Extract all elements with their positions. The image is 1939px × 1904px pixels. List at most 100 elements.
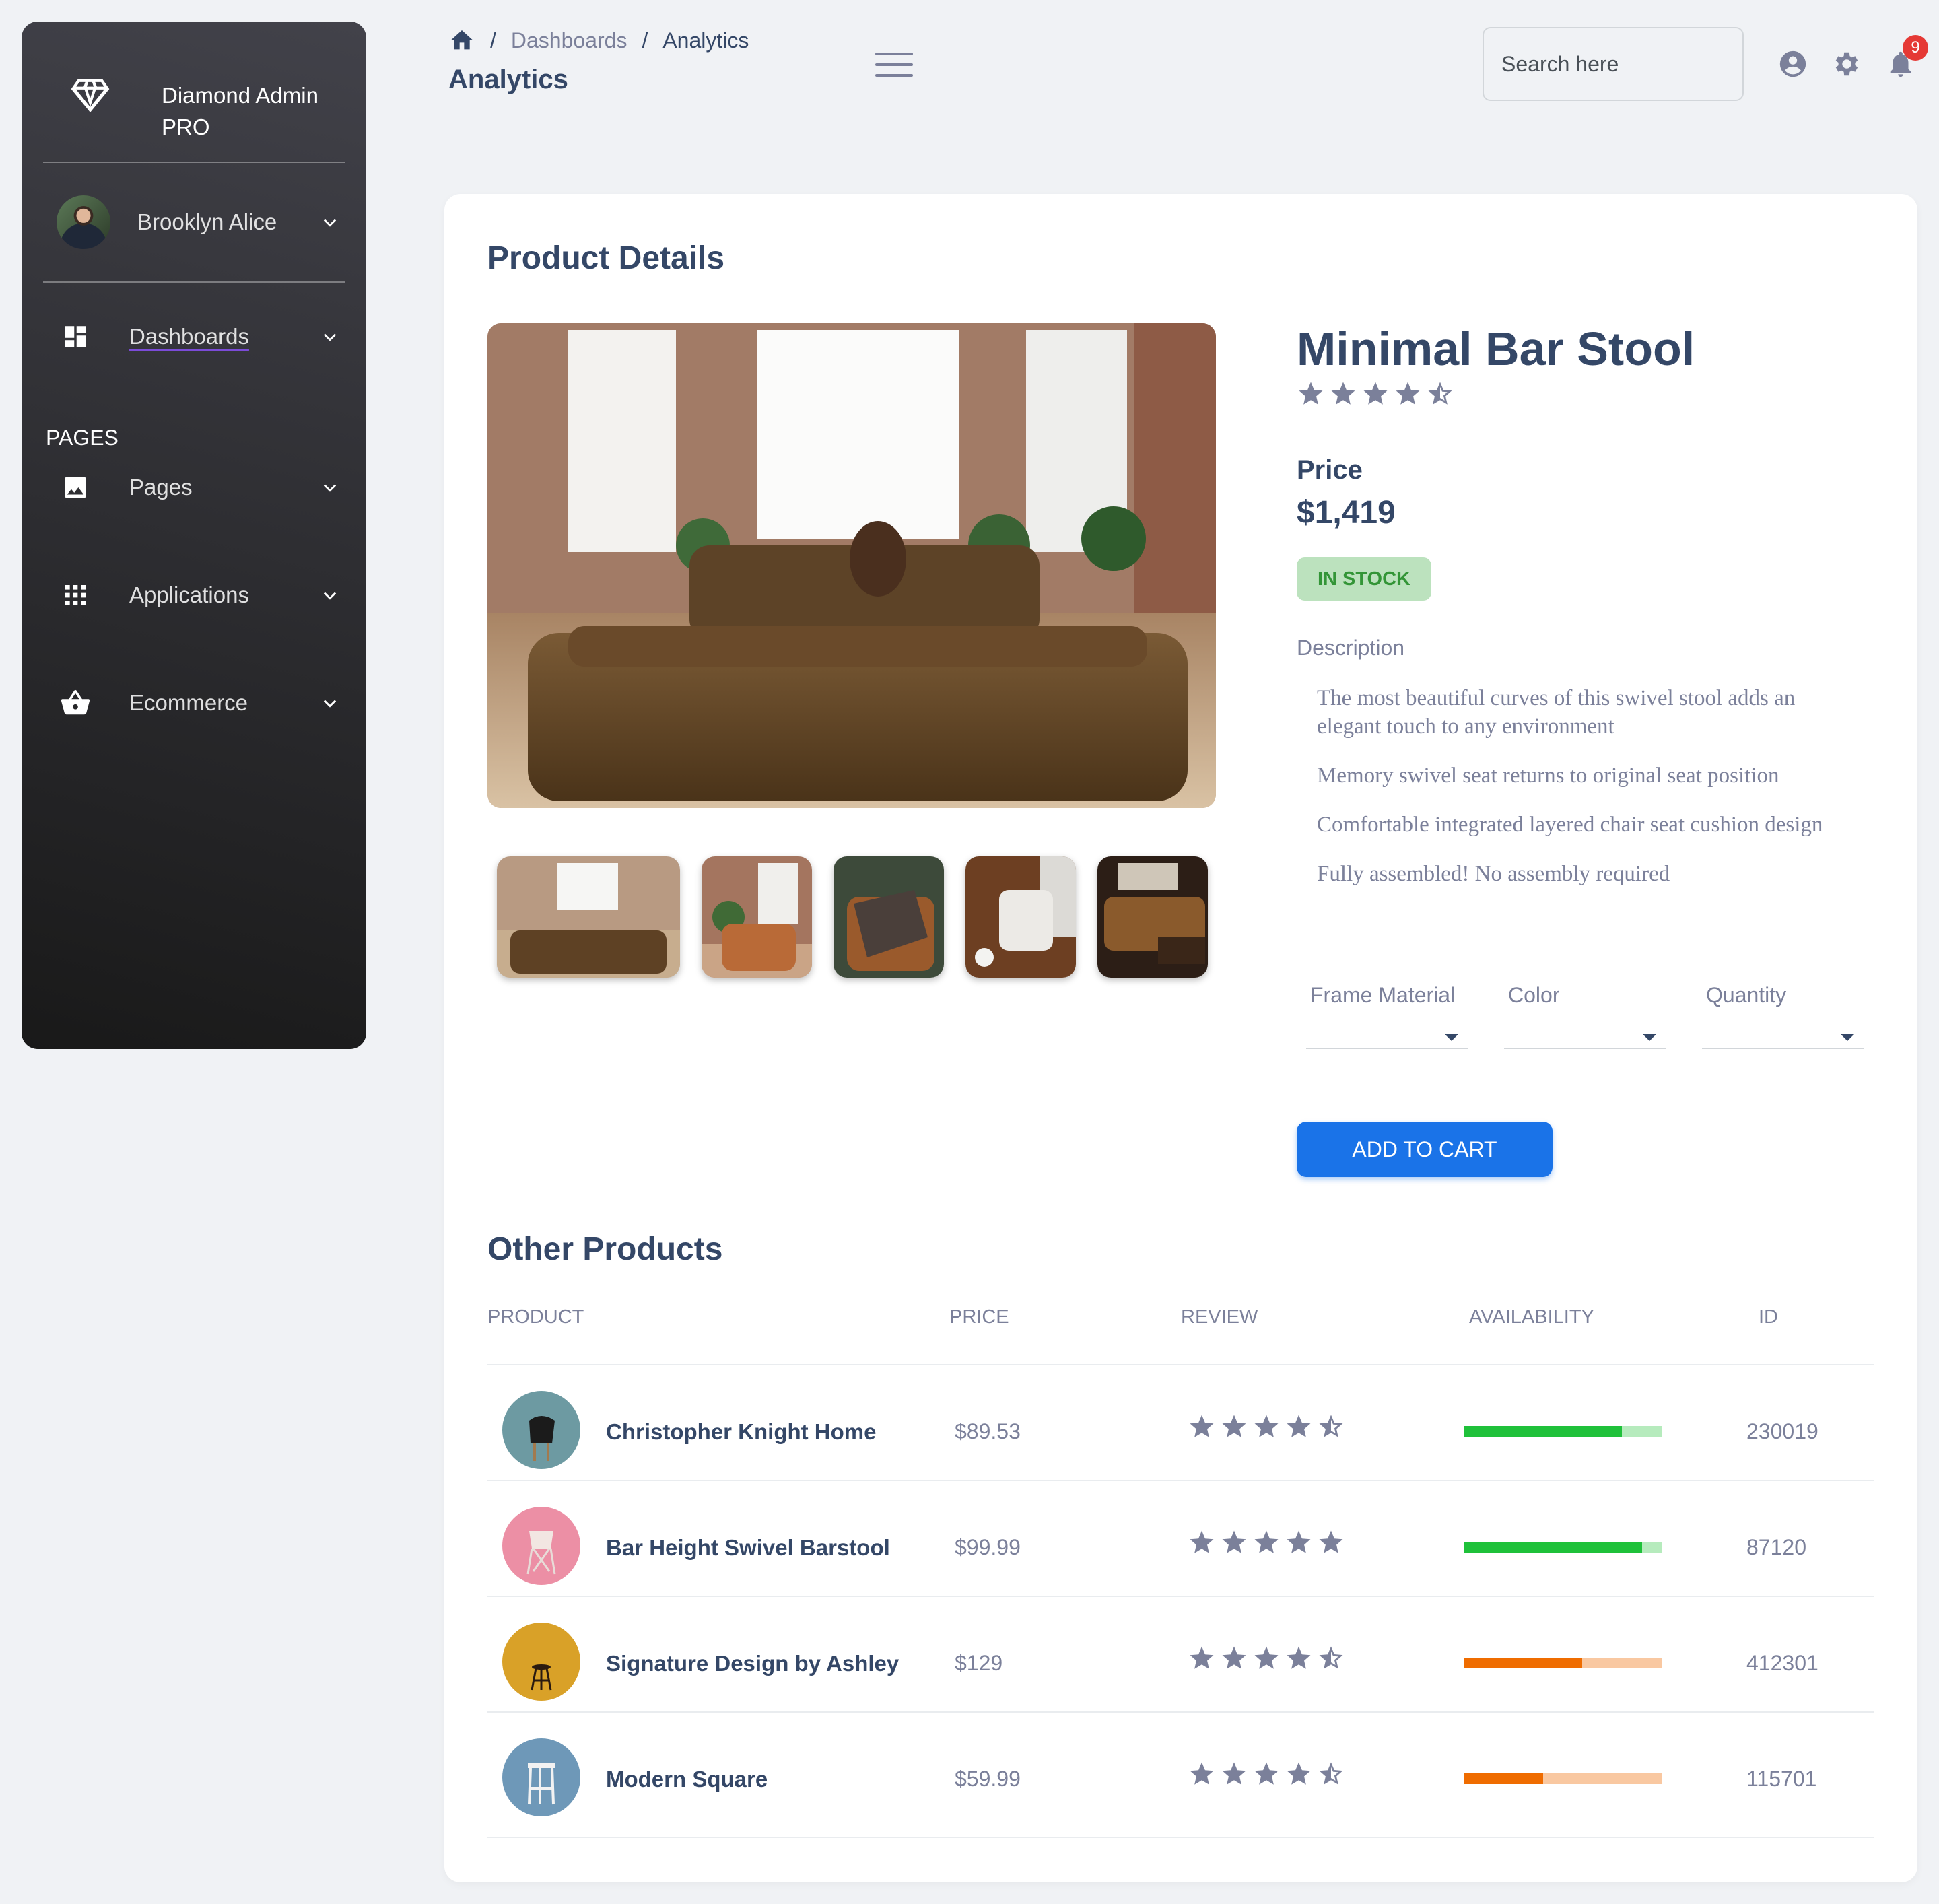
star-icon [1331,382,1355,405]
sidebar-item-ecommerce[interactable]: Ecommerce [57,676,339,730]
table-row[interactable]: Modern Square $59.99 115701 [487,1711,1874,1829]
product-thumbnail[interactable] [965,856,1076,978]
product-price: $129 [955,1651,1003,1675]
breadcrumb: / Dashboards / Analytics [448,27,749,54]
star-half-icon [1428,382,1452,405]
sidebar-item-dashboards[interactable]: Dashboards [57,310,339,364]
price-label: Price [1297,455,1363,485]
star-icon [1222,1415,1246,1437]
breadcrumb-separator: / [490,28,496,53]
brand[interactable]: Diamond Admin PRO [67,71,318,139]
other-products-title: Other Products [487,1231,723,1267]
star-half-icon [1319,1762,1343,1785]
product-price: $89.53 [955,1419,1021,1443]
breadcrumb-link[interactable]: Dashboards [511,28,627,53]
account-icon[interactable] [1777,48,1808,79]
availability-bar-fill [1464,1426,1623,1437]
availability-bar-fill [1464,1658,1583,1668]
star-icon [1299,382,1323,405]
thumbnail-strip [497,856,1208,978]
select-underline [1504,1048,1666,1049]
availability-bar-fill [1464,1773,1543,1784]
column-header-product: PRODUCT [487,1306,584,1328]
frame-material-select[interactable]: Frame Material [1306,983,1468,1049]
product-rating [1188,1760,1345,1788]
color-select[interactable]: Color [1504,983,1666,1049]
product-thumbnail[interactable] [1097,856,1208,978]
status-badge: IN STOCK [1297,557,1431,601]
dashboard-icon [57,318,94,355]
chevron-down-icon [323,484,337,492]
chevron-down-icon [323,333,337,341]
sidebar-item-label: Dashboards [129,324,249,349]
table-row[interactable]: Signature Design by Ashley $129 412301 [487,1596,1874,1713]
star-icon [1190,1646,1214,1669]
product-card: Product Details Minimal Bar Stool Price … [444,194,1917,1882]
column-header-availability: AVAILABILITY [1469,1306,1594,1328]
star-icon [1222,1762,1246,1785]
column-header-id: ID [1759,1306,1778,1328]
column-header-price: PRICE [949,1306,1009,1328]
star-icon [1190,1415,1214,1437]
select-label: Frame Material [1310,983,1456,1007]
product-thumbnail[interactable] [702,856,812,978]
table-row[interactable]: Christopher Knight Home $89.53 230019 [487,1364,1874,1481]
basket-icon [57,684,94,722]
star-icon [1287,1762,1311,1785]
star-icon [1190,1530,1214,1553]
select-label: Color [1508,983,1560,1007]
add-to-cart-button[interactable]: ADD TO CART [1297,1122,1553,1177]
caret-down-icon [1643,1034,1656,1041]
product-rating [1188,1528,1345,1557]
product-main-image[interactable] [487,323,1216,808]
star-icon [1287,1646,1311,1669]
sidebar-divider [43,162,345,163]
sidebar-item-applications[interactable]: Applications [57,568,339,622]
product-rating [1188,1644,1345,1672]
column-header-review: REVIEW [1181,1306,1258,1328]
quantity-select[interactable]: Quantity [1702,983,1864,1049]
star-icon [1319,1530,1343,1553]
gear-icon[interactable] [1831,48,1862,79]
star-icon [1190,1762,1214,1785]
sidebar-item-label: Ecommerce [129,690,248,715]
product-price: $59.99 [955,1767,1021,1791]
sidebar-item-pages[interactable]: Pages [57,461,339,514]
sidebar-divider [43,281,345,283]
product-name[interactable]: Christopher Knight Home [606,1419,877,1445]
image-icon [57,469,94,506]
breadcrumb-current: Analytics [662,28,749,53]
avatar [57,195,110,249]
chevron-down-icon [323,219,337,227]
search-input[interactable] [1483,27,1744,101]
chevron-down-icon [323,592,337,600]
page-title: Analytics [448,65,568,94]
home-icon[interactable] [448,27,475,54]
availability-bar [1464,1773,1662,1784]
sidebar-user[interactable]: Brooklyn Alice [57,194,339,250]
description-item: Fully assembled! No assembly required [1317,862,1670,886]
select-underline [1702,1048,1864,1049]
product-thumbnail[interactable] [834,856,944,978]
product-name[interactable]: Modern Square [606,1767,768,1792]
caret-down-icon [1445,1034,1458,1041]
table-row[interactable]: Bar Height Swivel Barstool $99.99 87120 [487,1480,1874,1597]
availability-bar [1464,1542,1662,1553]
hamburger-menu-icon[interactable] [875,51,913,78]
product-thumbnail[interactable] [497,856,680,978]
sidebar: Diamond Admin PRO Brooklyn Alice Dashboa… [22,22,366,1049]
product-rating [1297,380,1454,408]
product-name[interactable]: Signature Design by Ashley [606,1651,899,1676]
product-price: $1,419 [1297,495,1396,531]
product-name[interactable]: Bar Height Swivel Barstool [606,1535,890,1561]
caret-down-icon [1841,1034,1854,1041]
product-rating [1188,1413,1345,1441]
sidebar-item-label: Applications [129,582,249,607]
product-image [502,1391,580,1469]
diamond-icon [71,79,110,112]
description-label: Description [1297,636,1405,660]
product-image [502,1507,580,1585]
availability-bar-fill [1464,1542,1642,1553]
star-icon [1254,1762,1279,1785]
description-item: Comfortable integrated layered chair sea… [1317,813,1823,837]
